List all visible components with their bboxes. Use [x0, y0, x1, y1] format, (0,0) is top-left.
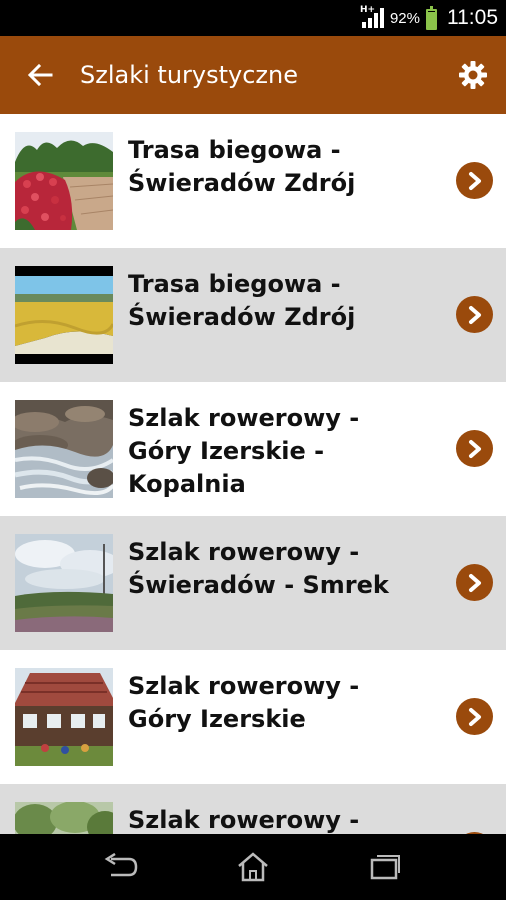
system-nav-bar	[0, 834, 506, 900]
page-title: Szlaki turystyczne	[80, 61, 298, 89]
nav-back-button[interactable]	[91, 842, 151, 892]
list-item[interactable]: Szlak rowerowy - Góry Izerskie	[0, 650, 506, 784]
signal-icon: H+	[359, 5, 384, 28]
arrow-left-icon	[27, 63, 53, 87]
nav-home-button[interactable]	[223, 842, 283, 892]
back-button[interactable]	[0, 36, 80, 114]
battery-icon	[426, 5, 437, 30]
nav-back-icon	[104, 853, 138, 877]
trail-title: Szlak rowerowy -	[128, 806, 360, 834]
list-item[interactable]: Szlak rowerowy - Góry Izerskie - Kopalni…	[0, 382, 506, 516]
status-bar: H+ 92% 11:05	[0, 0, 506, 36]
forest-photo	[15, 802, 113, 834]
list-item[interactable]: Szlak rowerowy - Świeradów - Smrek	[0, 516, 506, 650]
app-bar: Szlaki turystyczne	[0, 36, 506, 114]
list-item[interactable]: Szlak rowerowy -	[0, 784, 506, 834]
mountain-hut-photo	[15, 668, 113, 766]
network-type-label: H+	[359, 5, 376, 15]
trail-list[interactable]: Trasa biegowa - Świeradów Zdrój Trasa bi…	[0, 114, 506, 834]
trail-title: Trasa biegowa - Świeradów Zdrój	[128, 270, 356, 331]
trail-title: Szlak rowerowy - Świeradów - Smrek	[128, 538, 389, 599]
status-clock: 11:05	[447, 6, 498, 29]
list-item[interactable]: Trasa biegowa - Świeradów Zdrój	[0, 114, 506, 248]
chevron-right-icon[interactable]	[456, 296, 493, 333]
mountain-stream-photo	[15, 400, 113, 498]
battery-percent: 92%	[389, 9, 420, 27]
trail-title: Trasa biegowa - Świeradów Zdrój	[128, 136, 356, 197]
cloudy-hill-photo	[15, 534, 113, 632]
gear-icon	[459, 61, 487, 89]
chevron-right-icon[interactable]	[456, 698, 493, 735]
list-item[interactable]: Trasa biegowa - Świeradów Zdrój	[0, 248, 506, 382]
settings-button[interactable]	[440, 36, 506, 114]
chevron-right-icon[interactable]	[456, 430, 493, 467]
trail-title: Szlak rowerowy - Góry Izerskie	[128, 672, 360, 733]
nav-recents-button[interactable]	[355, 842, 415, 892]
nav-home-icon	[238, 852, 268, 882]
nav-recents-icon	[370, 855, 400, 880]
chevron-right-icon[interactable]	[456, 564, 493, 601]
trail-title: Szlak rowerowy - Góry Izerskie - Kopalni…	[128, 404, 360, 498]
chevron-right-icon[interactable]	[456, 162, 493, 199]
meadow-landscape-photo	[15, 266, 113, 364]
garden-path-photo	[15, 132, 113, 230]
